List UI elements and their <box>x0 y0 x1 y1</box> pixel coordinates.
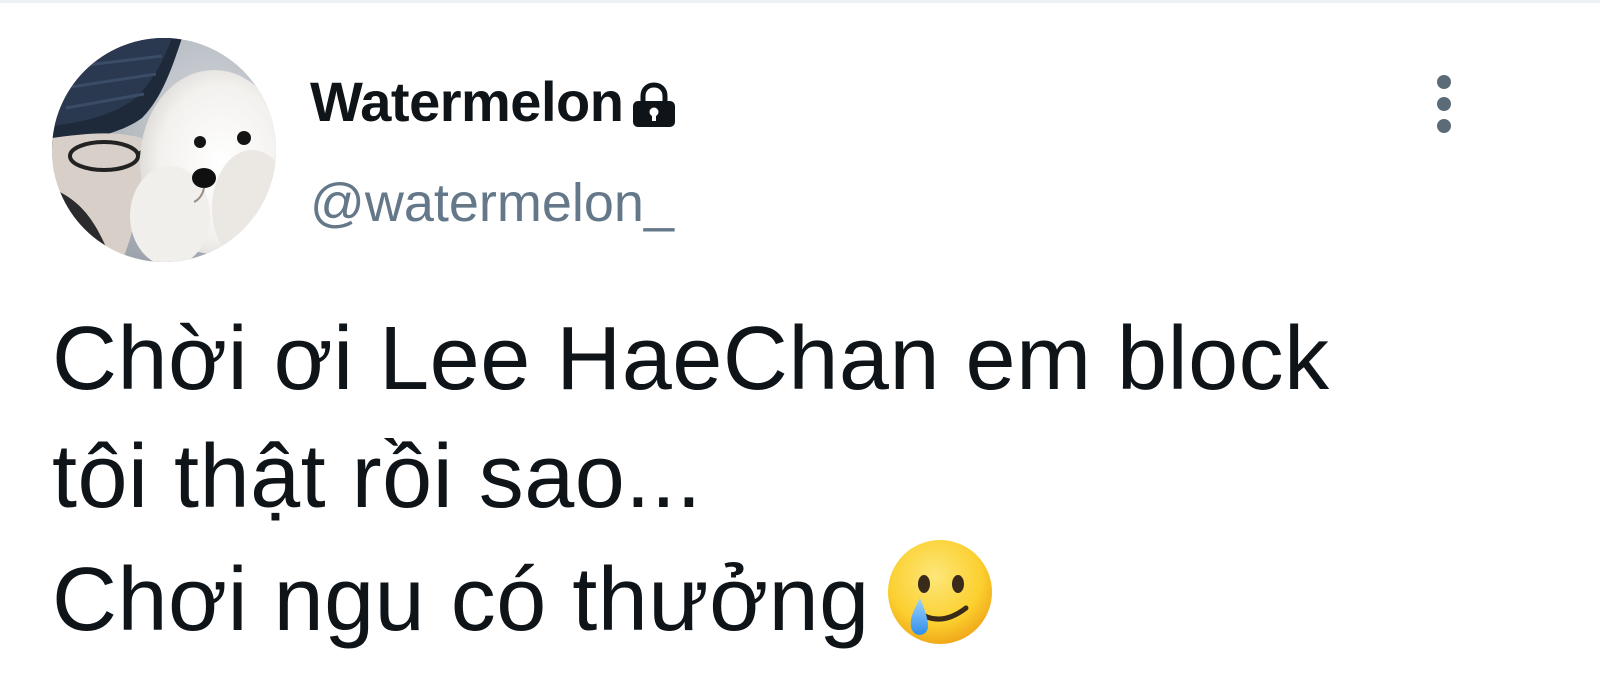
tweet-text-line: Chơi ngu có thưởng <box>52 550 870 650</box>
more-vertical-icon <box>1437 75 1451 133</box>
tweet-text-line-with-emoji: Chơi ngu có thưởng <box>52 536 1552 659</box>
author-handle[interactable]: @watermelon_ <box>310 172 674 234</box>
display-name[interactable]: Watermelon <box>310 69 624 134</box>
smiling-face-with-tear-icon <box>884 536 996 648</box>
avatar[interactable] <box>52 38 276 262</box>
more-options-button[interactable] <box>1420 72 1468 136</box>
tweet-card: Watermelon @watermelon_ Chời ơi Lee HaeC… <box>0 0 1600 691</box>
tweet-text-line: Chời ơi Lee HaeChan em block <box>52 309 1330 409</box>
tweet-text: Chời ơi Lee HaeChan em block tôi thật rồ… <box>52 300 1552 659</box>
lock-icon <box>629 82 679 128</box>
tweet-text-line: tôi thật rồi sao... <box>52 427 702 527</box>
avatar-image <box>52 38 276 262</box>
author-name-row: Watermelon <box>310 66 679 136</box>
